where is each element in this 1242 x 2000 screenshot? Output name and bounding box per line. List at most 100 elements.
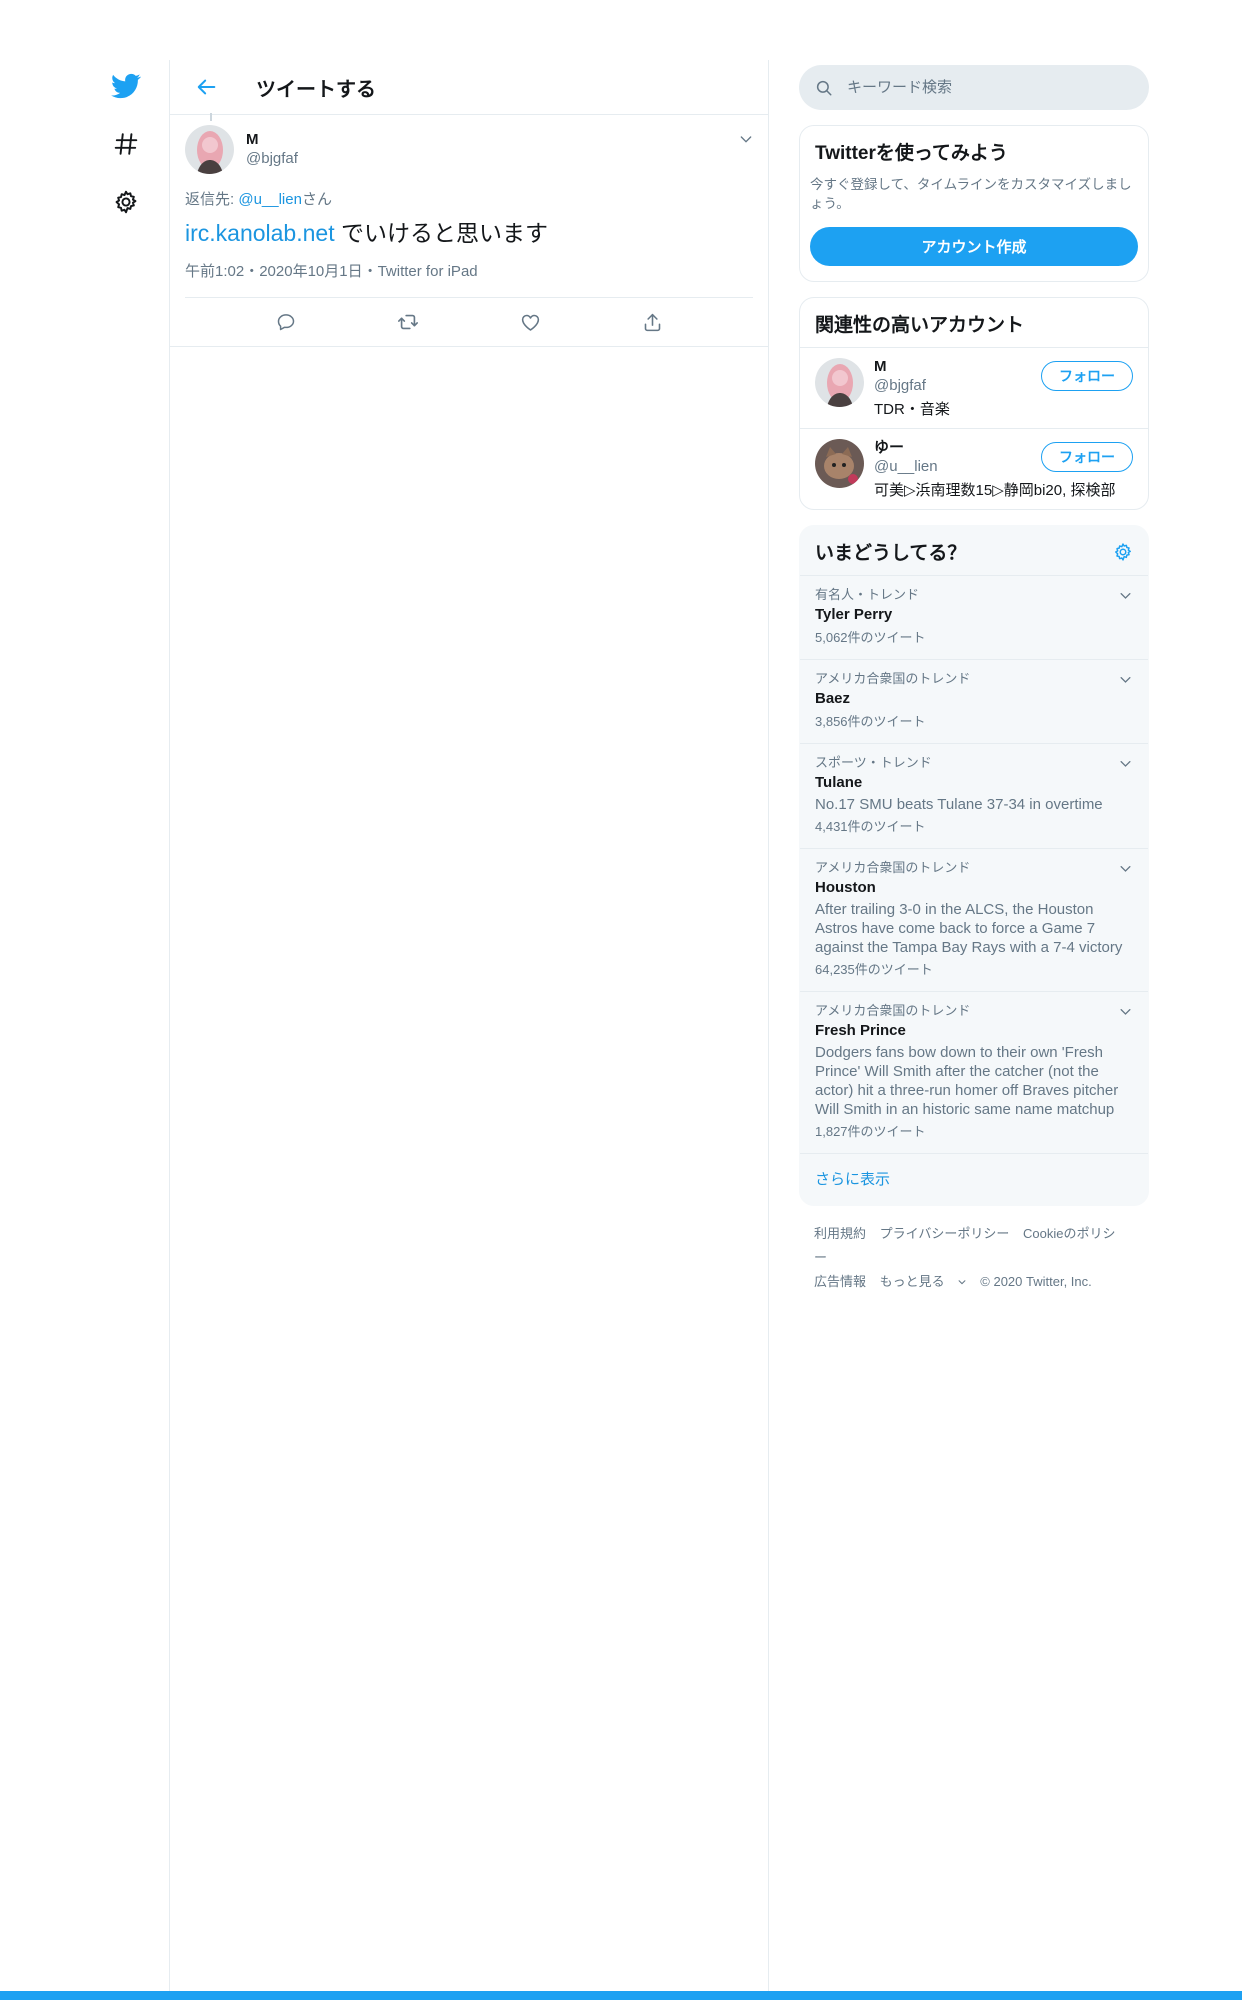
reply-button[interactable]: [268, 304, 304, 340]
follow-button[interactable]: フォロー: [1041, 361, 1133, 391]
nav-home[interactable]: [100, 60, 152, 112]
left-nav: [100, 60, 152, 234]
page-title: ツイートする: [256, 78, 376, 101]
signup-description: 今すぐ登録して、タイムラインをカスタマイズしましょう。: [810, 177, 1132, 211]
user-avatar[interactable]: [815, 358, 864, 407]
chevron-down-icon: [958, 1280, 966, 1285]
chevron-down-icon: [740, 136, 752, 143]
trend-description: After trailing 3-0 in the ALCS, the Hous…: [815, 901, 1123, 956]
nav-settings[interactable]: [100, 176, 152, 228]
trend-category: アメリカ合衆国のトレンド: [815, 860, 971, 875]
related-user-row[interactable]: ゆー @u__lien 可美▷浜南理数15▷静岡bi20, 探検部 フォロー: [800, 428, 1148, 509]
more-link[interactable]: もっと見る: [880, 1274, 967, 1289]
trends-card: いまどうしてる？ 有名人・トレンド Tyler Perry 5,062件のツイー…: [799, 525, 1149, 1206]
trend-count: 4,431件のツイート: [815, 819, 926, 834]
show-more-link[interactable]: さらに表示: [800, 1154, 1148, 1205]
trend-count: 64,235件のツイート: [815, 962, 933, 977]
back-arrow-icon: [197, 79, 216, 95]
trend-description: Dodgers fans bow down to their own 'Fres…: [815, 1044, 1119, 1118]
trend-name: Baez: [815, 690, 851, 707]
trend-category: アメリカ合衆国のトレンド: [815, 671, 971, 686]
trend-name: Fresh Prince: [815, 1022, 906, 1039]
tweet-menu-button[interactable]: [738, 131, 754, 152]
tweet-body: でいけると思います: [334, 220, 548, 246]
follow-button[interactable]: フォロー: [1041, 442, 1133, 472]
privacy-link[interactable]: プライバシーポリシー: [880, 1226, 1010, 1241]
signup-title: Twitterを使ってみよう: [815, 143, 1008, 164]
reply-mention-link[interactable]: @u__lien: [238, 191, 302, 208]
author-name[interactable]: M: [246, 131, 298, 149]
tweet-actions: [185, 298, 753, 346]
trend-count: 3,856件のツイート: [815, 714, 926, 729]
tweet-timestamp[interactable]: 午前1:02・2020年10月1日・Twitter for iPad: [185, 260, 753, 298]
chevron-down-icon[interactable]: [1118, 861, 1133, 876]
user-meta: M @bjgfaf TDR・音楽: [874, 358, 950, 420]
hashtag-icon: [114, 133, 138, 155]
share-button[interactable]: [634, 304, 670, 340]
related-accounts-title: 関連性の高いアカウント: [815, 315, 1025, 336]
terms-link[interactable]: 利用規約: [814, 1226, 866, 1241]
heart-icon: [521, 314, 539, 331]
reply-context: 返信先: @u__lienさん: [185, 188, 753, 209]
main-header: ツイートする: [170, 60, 768, 115]
trend-name: Houston: [815, 879, 876, 896]
trend-item[interactable]: スポーツ・トレンド Tulane No.17 SMU beats Tulane …: [800, 744, 1148, 849]
trends-title: いまどうしてる？: [815, 543, 967, 564]
related-accounts-card: 関連性の高いアカウント M @bjgfaf TDR・音楽 フォロー ゆー @u_…: [799, 297, 1149, 510]
trend-count: 1,827件のツイート: [815, 1124, 926, 1139]
user-bio: 可美▷浜南理数15▷静岡bi20, 探検部: [874, 482, 1116, 499]
chevron-down-icon[interactable]: [1118, 1004, 1133, 1019]
user-name[interactable]: M: [874, 358, 950, 376]
copyright: © 2020 Twitter, Inc.: [980, 1274, 1092, 1289]
reply-prefix: 返信先:: [185, 191, 239, 208]
gear-icon[interactable]: [1113, 542, 1133, 562]
chevron-down-icon[interactable]: [1118, 672, 1133, 687]
user-handle[interactable]: @bjgfaf: [874, 376, 950, 395]
reply-icon: [277, 314, 295, 331]
thread-line: [210, 113, 212, 121]
author-meta: M @bjgfaf: [246, 131, 298, 168]
search-bar[interactable]: [799, 65, 1149, 110]
main-column: ツイートする M @bjgfaf 返信先: @u__lienさん irc.kan…: [169, 60, 769, 2000]
share-icon: [644, 313, 660, 331]
reply-suffix: さん: [301, 191, 332, 208]
trend-item[interactable]: アメリカ合衆国のトレンド Baez 3,856件のツイート: [800, 660, 1148, 744]
ads-info-link[interactable]: 広告情報: [814, 1274, 866, 1289]
related-user-row[interactable]: M @bjgfaf TDR・音楽 フォロー: [800, 347, 1148, 428]
tweet-text: irc.kanolab.net でいけると思います: [185, 217, 753, 249]
tweet-detail: M @bjgfaf 返信先: @u__lienさん irc.kanolab.ne…: [170, 113, 768, 347]
back-button[interactable]: [188, 68, 226, 106]
chevron-down-icon[interactable]: [1118, 756, 1133, 771]
more-label: もっと見る: [879, 1274, 945, 1289]
retweet-icon: [398, 314, 418, 330]
search-icon: [816, 80, 832, 95]
tweet-author: M @bjgfaf: [185, 125, 753, 174]
gear-icon: [115, 190, 137, 214]
search-input[interactable]: [847, 79, 1117, 96]
right-sidebar: Twitterを使ってみよう 今すぐ登録して、タイムラインをカスタマイズしましょ…: [799, 65, 1149, 1294]
bottom-accent-bar: [0, 1991, 1242, 2000]
trend-name: Tyler Perry: [815, 606, 893, 623]
create-account-button[interactable]: アカウント作成: [810, 227, 1138, 266]
trend-item[interactable]: アメリカ合衆国のトレンド Houston After trailing 3-0 …: [800, 849, 1148, 992]
trend-category: スポーツ・トレンド: [815, 755, 932, 770]
sidebar-footer: 利用規約 プライバシーポリシー Cookieのポリシー 広告情報 もっと見る ©…: [799, 1206, 1149, 1294]
twitter-bird-icon: [111, 73, 141, 99]
nav-explore[interactable]: [100, 118, 152, 170]
trend-item[interactable]: アメリカ合衆国のトレンド Fresh Prince Dodgers fans b…: [800, 992, 1148, 1154]
chevron-down-icon[interactable]: [1118, 588, 1133, 603]
signup-card: Twitterを使ってみよう 今すぐ登録して、タイムラインをカスタマイズしましょ…: [799, 125, 1149, 282]
trend-description: No.17 SMU beats Tulane 37-34 in overtime: [815, 796, 1103, 813]
like-button[interactable]: [512, 304, 548, 340]
trend-category: アメリカ合衆国のトレンド: [815, 1003, 971, 1018]
trend-item[interactable]: 有名人・トレンド Tyler Perry 5,062件のツイート: [800, 576, 1148, 660]
trends-header: いまどうしてる？: [800, 526, 1148, 576]
user-bio: TDR・音楽: [874, 401, 950, 418]
retweet-button[interactable]: [390, 304, 426, 340]
trend-name: Tulane: [815, 774, 863, 791]
author-handle[interactable]: @bjgfaf: [246, 149, 298, 168]
user-avatar[interactable]: [815, 439, 864, 488]
author-avatar[interactable]: [185, 125, 234, 174]
trend-count: 5,062件のツイート: [815, 630, 926, 645]
tweet-link[interactable]: irc.kanolab.net: [185, 220, 335, 246]
